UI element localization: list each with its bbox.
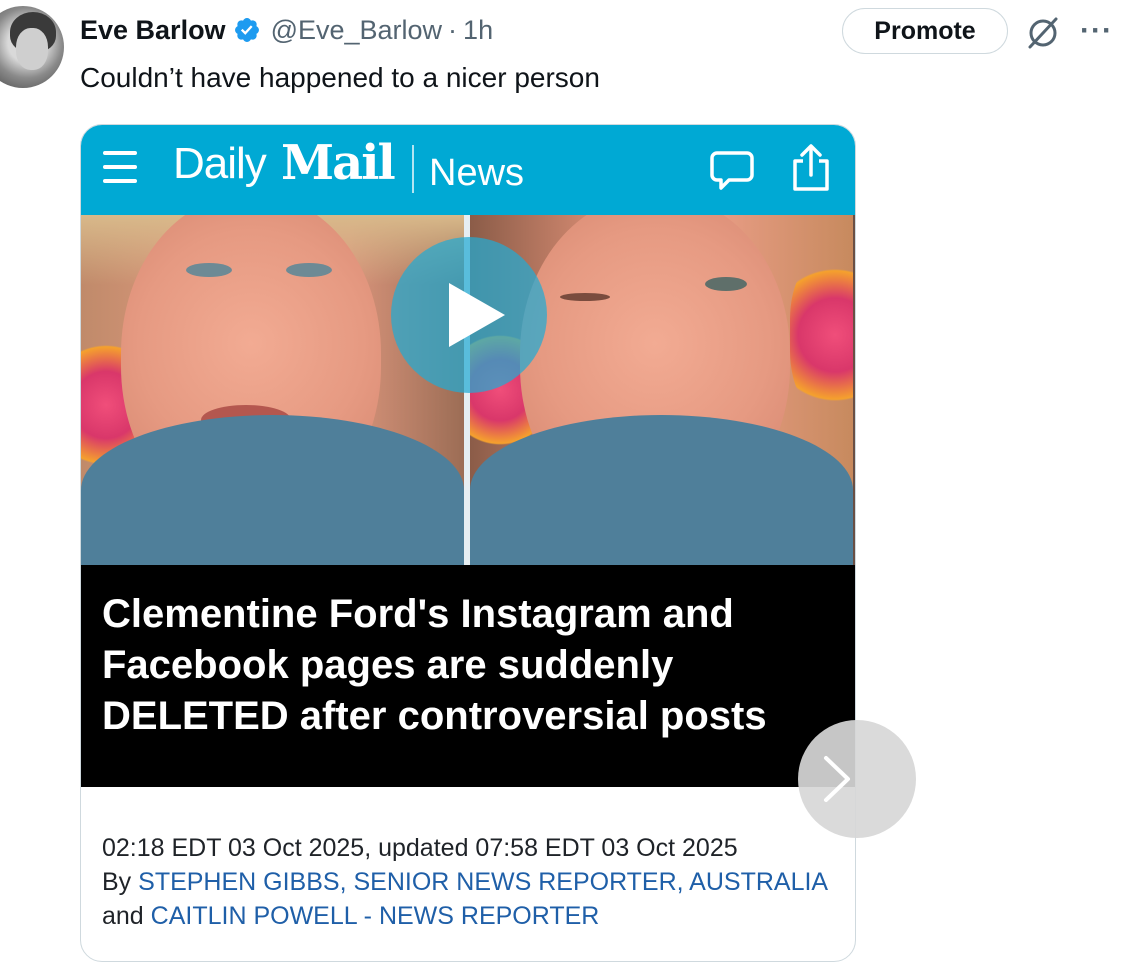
- next-media-button[interactable]: [798, 720, 916, 838]
- share-icon: [793, 144, 829, 191]
- author-link-2: CAITLIN POWELL - NEWS REPORTER: [150, 902, 600, 930]
- background-fabric: [790, 255, 853, 415]
- byline-joiner: and: [102, 902, 144, 930]
- eye-right-2: [705, 277, 747, 291]
- avatar-face: [16, 28, 48, 70]
- author-name[interactable]: Eve Barlow: [80, 15, 226, 46]
- byline-prefix: By: [102, 868, 132, 896]
- verified-badge-icon: [234, 18, 259, 42]
- video-thumbnail[interactable]: [81, 215, 855, 565]
- article-card-image[interactable]: Daily Mail News Clementine Ford's Instag…: [80, 124, 856, 962]
- article-meta: 02:18 EDT 03 Oct 2025, updated 07:58 EDT…: [102, 831, 842, 933]
- eye-left-2: [286, 263, 332, 277]
- author-link-1: STEPHEN GIBBS, SENIOR NEWS REPORTER, AUS…: [138, 868, 827, 896]
- article-headline: Clementine Ford's Instagram and Facebook…: [102, 592, 767, 738]
- headline-block: Clementine Ford's Instagram and Facebook…: [81, 565, 855, 787]
- logo-mail-text: Mail: [281, 135, 396, 191]
- logo-daily-text: Daily: [173, 139, 267, 188]
- header-separator: ·: [448, 14, 458, 45]
- author-handle[interactable]: @Eve_Barlow: [271, 15, 442, 46]
- shirt-right: [470, 415, 853, 565]
- play-button[interactable]: [391, 237, 547, 393]
- tweet-text: Couldn’t have happened to a nicer person: [80, 62, 600, 93]
- promote-button[interactable]: Promote: [842, 8, 1008, 54]
- chevron-right-icon: [824, 756, 850, 802]
- shirt-left: [81, 415, 464, 565]
- eye-right-1: [560, 293, 610, 301]
- daily-mail-header-bar: Daily Mail News: [81, 125, 855, 215]
- menu-icon: [103, 151, 137, 189]
- article-timestamp: 02:18 EDT 03 Oct 2025, updated 07:58 EDT…: [102, 834, 738, 862]
- eye-left-1: [186, 263, 232, 277]
- logo-divider: [412, 145, 414, 193]
- tweet-header: Eve Barlow @Eve_Barlow · 1h: [80, 10, 493, 50]
- play-icon: [449, 283, 505, 347]
- author-avatar[interactable]: [0, 6, 64, 88]
- article-byline: By STEPHEN GIBBS, SENIOR NEWS REPORTER, …: [102, 865, 842, 933]
- section-label: News: [429, 152, 525, 194]
- grok-icon[interactable]: [1024, 14, 1062, 52]
- more-options-icon[interactable]: ···: [1080, 16, 1116, 46]
- comment-icon: [710, 151, 754, 190]
- tweet-time[interactable]: 1h: [463, 15, 493, 46]
